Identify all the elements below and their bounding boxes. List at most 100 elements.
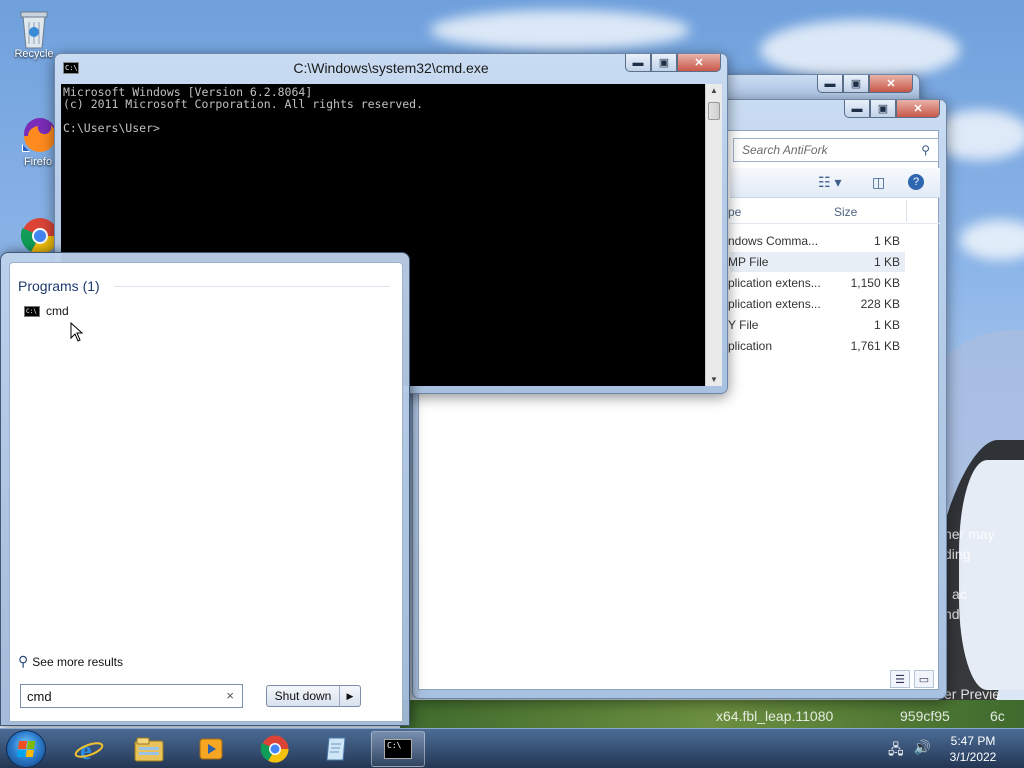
internet-explorer-icon: e	[74, 736, 104, 764]
file-type: MP File	[728, 255, 769, 269]
mouse-cursor-icon	[70, 322, 84, 342]
clock-date: 3/1/2022	[949, 750, 997, 764]
watermark-text: 959cf95	[900, 708, 950, 724]
scroll-down-icon[interactable]: ▼	[706, 375, 722, 384]
svg-text:e: e	[80, 736, 92, 764]
taskbar-cmd[interactable]: C:\	[371, 731, 425, 767]
taskbar-media-player[interactable]	[184, 731, 238, 767]
minimize-icon: ▬	[851, 102, 863, 115]
program-result-cmd[interactable]: C:\ cmd	[24, 301, 144, 321]
view-options-icon[interactable]: ☷ ▾	[818, 174, 841, 191]
maximize-button[interactable]: ▣	[651, 54, 677, 72]
file-row[interactable]: plication 1,761 KB	[728, 336, 905, 356]
clock-time: 5:47 PM	[950, 734, 996, 748]
close-icon: ✕	[886, 78, 896, 90]
see-more-results-link[interactable]: ⚲ See more results	[18, 653, 123, 670]
taskbar: e C:\ 🖧 🔊 5:47 PM 3/1/2022	[0, 728, 1024, 768]
taskbar-notepad[interactable]	[310, 731, 364, 767]
search-results-panel: Programs (1) C:\ cmd ⚲ See more results	[9, 262, 403, 722]
clear-search-icon[interactable]: ×	[226, 688, 234, 703]
taskbar-clock[interactable]: 5:47 PM 3/1/2022	[938, 733, 1008, 765]
file-type: plication	[728, 339, 773, 353]
minimize-button[interactable]: ▬	[817, 75, 843, 93]
windows-logo-icon	[16, 741, 36, 757]
maximize-icon: ▣	[877, 103, 889, 115]
file-size: 1 KB	[873, 234, 900, 248]
details-view-icon[interactable]: ☰	[890, 670, 910, 688]
close-icon: ✕	[694, 57, 704, 69]
desktop-icon-label: Firefo	[23, 156, 53, 168]
maximize-button[interactable]: ▣	[843, 75, 869, 93]
preview-pane-icon[interactable]: ◫	[872, 174, 885, 191]
shutdown-button-group: Shut down ▶	[266, 685, 361, 707]
explorer-column-headers: pe Size	[728, 200, 940, 224]
header-divider	[114, 286, 390, 287]
see-more-label: See more results	[32, 654, 123, 669]
desktop-icon-label: Recycle	[14, 48, 54, 60]
maximize-button[interactable]: ▣	[870, 100, 896, 118]
file-row[interactable]: MP File 1 KB	[728, 252, 905, 272]
close-button[interactable]: ✕	[677, 54, 721, 72]
chrome-icon	[260, 735, 289, 763]
column-divider	[906, 200, 907, 222]
maximize-icon: ▣	[658, 57, 670, 69]
media-player-icon	[199, 738, 223, 760]
vertical-scrollbar[interactable]: ▲ ▼	[705, 84, 722, 386]
recycle-bin-icon	[14, 6, 54, 49]
minimize-icon: ▬	[632, 56, 644, 69]
close-button[interactable]: ✕	[869, 75, 913, 93]
programs-header: Programs (1)	[18, 278, 100, 294]
file-row[interactable]: plication extens... 1,150 KB	[728, 273, 905, 293]
watermark-text: ac	[952, 586, 967, 602]
column-size[interactable]: Size	[834, 205, 857, 219]
file-row[interactable]: ndows Comma... 1 KB	[728, 231, 905, 251]
taskbar-file-explorer[interactable]	[122, 731, 176, 767]
minimize-button[interactable]: ▬	[844, 100, 870, 118]
minimize-button[interactable]: ▬	[625, 54, 651, 72]
watermark-text: 6c	[990, 708, 1005, 724]
file-type: ndows Comma...	[728, 234, 819, 248]
start-button[interactable]	[6, 730, 46, 768]
file-size: 1,761 KB	[850, 339, 900, 353]
search-icon[interactable]: ⚲	[921, 143, 930, 157]
watermark-text: x64.fbl_leap.11080	[716, 708, 834, 724]
scroll-thumb[interactable]	[708, 102, 720, 120]
search-placeholder: Search AntiFork	[742, 143, 828, 157]
file-type: plication extens...	[728, 276, 821, 290]
close-icon: ✕	[913, 103, 923, 115]
help-icon[interactable]: ?	[908, 174, 924, 190]
magnifier-icon: ⚲	[18, 653, 29, 669]
close-button[interactable]: ✕	[896, 100, 940, 118]
explorer-toolbar: ☷ ▾ ◫ ?	[730, 168, 940, 198]
maximize-icon: ▣	[850, 78, 862, 90]
file-row[interactable]: plication extens... 228 KB	[728, 294, 905, 314]
wallpaper-cloud	[430, 10, 690, 50]
minimize-icon: ▬	[824, 77, 836, 90]
taskbar-chrome[interactable]	[248, 731, 302, 767]
watermark-text: ner may	[944, 526, 995, 542]
column-type[interactable]: pe	[728, 205, 741, 219]
start-menu: Programs (1) C:\ cmd ⚲ See more results	[0, 252, 410, 726]
file-row[interactable]: Y File 1 KB	[728, 315, 905, 335]
cmd-icon: C:\	[384, 739, 412, 759]
file-explorer-icon	[134, 737, 164, 762]
file-size: 1,150 KB	[850, 276, 900, 290]
notepad-icon	[326, 737, 346, 761]
taskbar-internet-explorer[interactable]: e	[62, 731, 116, 767]
shutdown-button[interactable]: Shut down	[267, 686, 340, 706]
network-icon[interactable]: 🖧	[888, 739, 904, 763]
file-size: 1 KB	[873, 255, 900, 269]
shutdown-options-button[interactable]: ▶	[340, 686, 360, 706]
file-size: 228 KB	[860, 297, 900, 311]
explorer-search-input[interactable]: Search AntiFork ⚲	[733, 138, 939, 162]
watermark-text: ding	[944, 546, 971, 562]
file-type: plication extens...	[728, 297, 821, 311]
watermark-text: er Previe	[944, 686, 1001, 702]
start-search-input[interactable]: cmd ×	[20, 684, 243, 708]
firefox-icon	[18, 114, 58, 154]
scroll-up-icon[interactable]: ▲	[706, 86, 722, 95]
desktop-icon-recycle-bin[interactable]: Recycle	[6, 6, 62, 60]
large-icons-view-icon[interactable]: ▭	[914, 670, 934, 688]
volume-icon[interactable]: 🔊	[914, 739, 931, 763]
search-value: cmd	[27, 689, 52, 704]
